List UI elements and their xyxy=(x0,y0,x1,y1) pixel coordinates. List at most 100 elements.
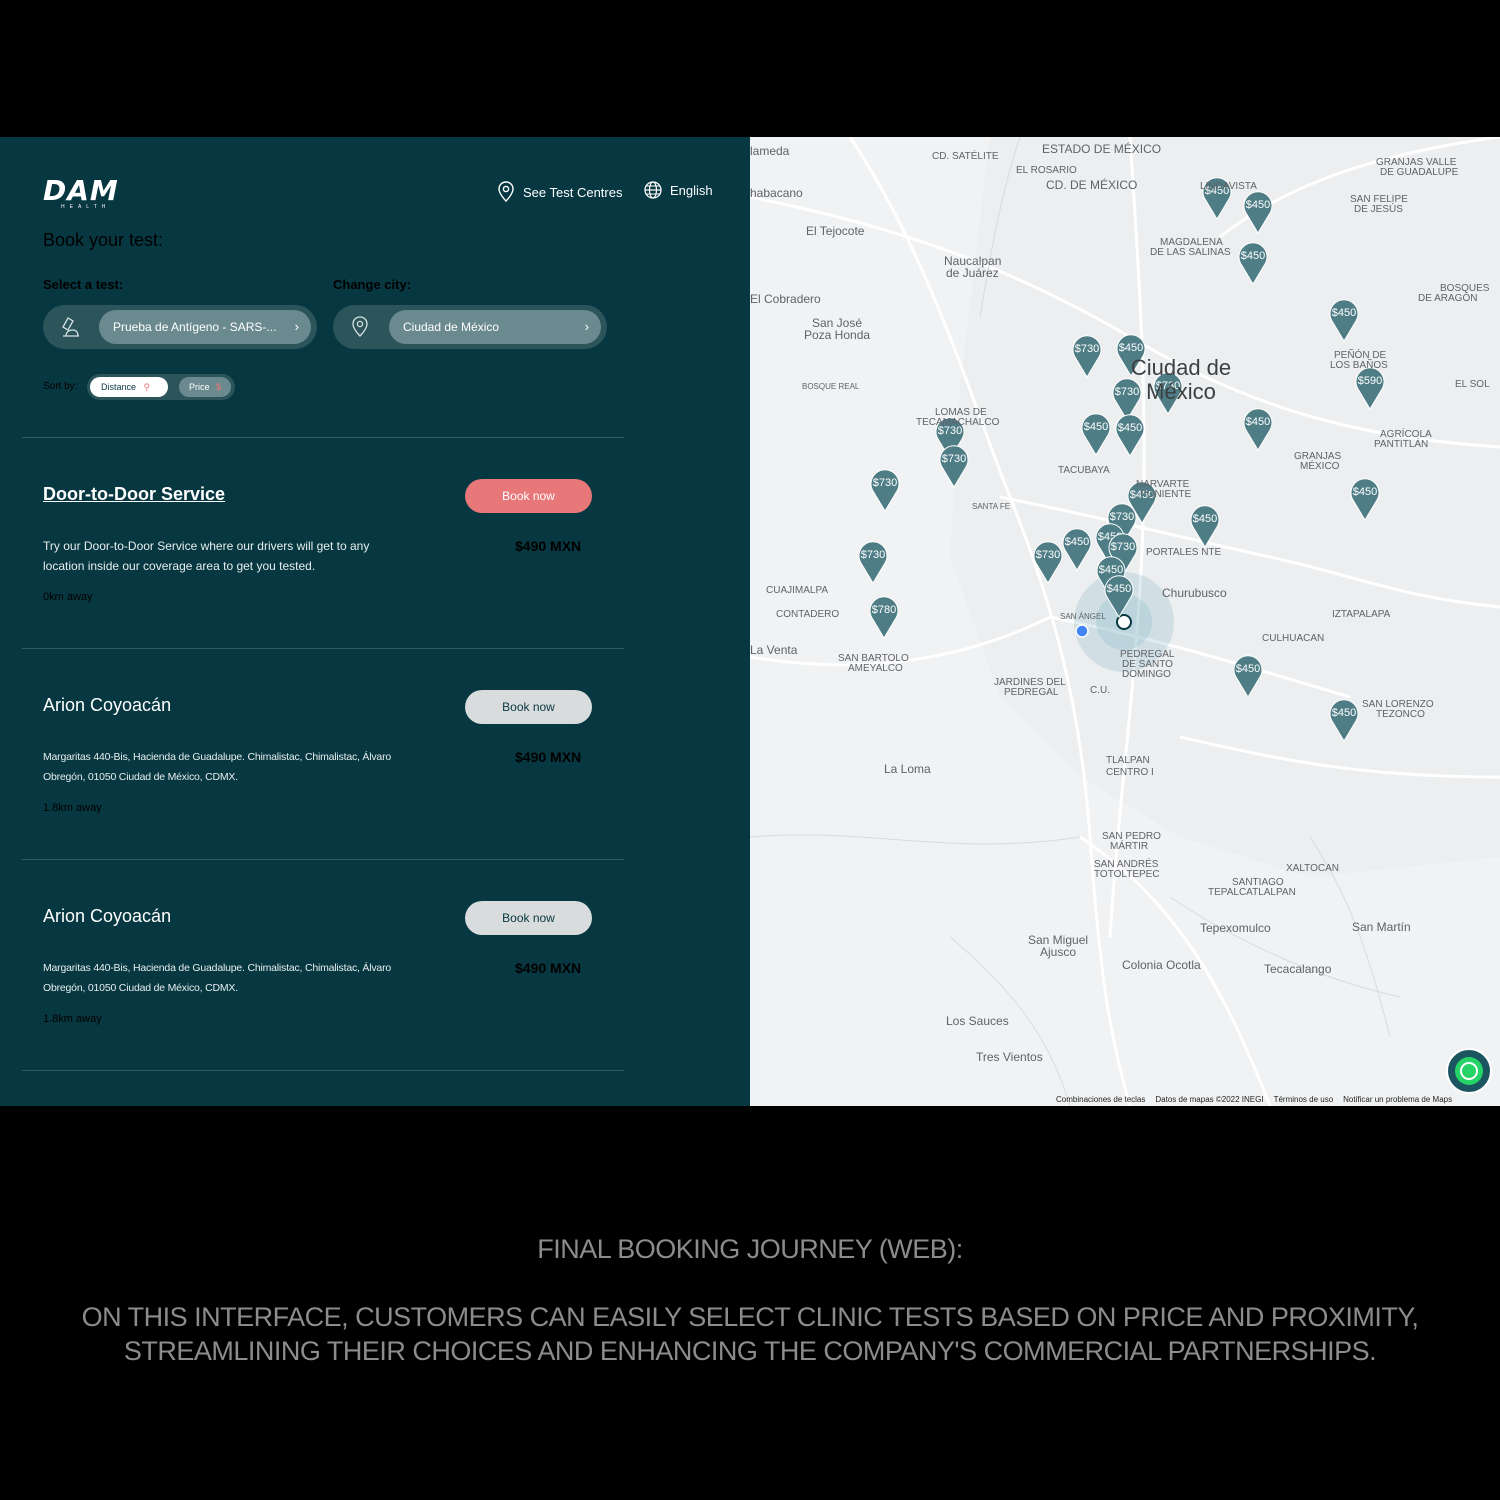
map-place-label: Poza Honda xyxy=(804,328,870,342)
map-place-label: TLALPAN xyxy=(1106,755,1150,766)
card-distance: 1.8km away xyxy=(43,802,102,814)
city-selector[interactable]: Ciudad de México › xyxy=(333,305,607,349)
globe-icon xyxy=(644,181,662,199)
map-place-label: CD. SATÉLITE xyxy=(932,149,999,162)
map-canvas[interactable]: $450 $450 $450 $450 $730 $450 $730 $730 $450 $450… xyxy=(750,137,1500,1106)
price-pin-label: $450 xyxy=(1241,250,1265,262)
language-label: English xyxy=(670,182,713,198)
map-place-label: PORTALES NTE xyxy=(1146,547,1222,558)
chevron-right-icon: › xyxy=(584,319,589,334)
test-selector[interactable]: Prueba de Antígeno - SARS-... › xyxy=(43,305,317,349)
map-place-label: EL SOL xyxy=(1455,379,1490,390)
price-pin-label: $730 xyxy=(942,453,966,465)
map-place-label: DE JESÚS xyxy=(1354,202,1403,215)
city-select-text: Ciudad de México xyxy=(403,320,500,334)
map-report-link[interactable]: Notificar un problema de Maps xyxy=(1343,1095,1452,1106)
price-pin-label: $590 xyxy=(1358,375,1382,387)
map-place-label: LINDAVISTA xyxy=(1200,181,1257,192)
change-city-label: Change city: xyxy=(333,277,412,292)
see-test-centres-link[interactable]: See Test Centres xyxy=(497,181,622,203)
sort-price-label: Price xyxy=(189,382,210,392)
dam-health-logo[interactable]: DAM HEALTH xyxy=(43,177,119,211)
map-place-label: México xyxy=(1146,379,1216,404)
map-place-label: Ciudad de xyxy=(1131,355,1231,380)
sort-distance-option[interactable]: Distance ⚲ xyxy=(90,377,168,397)
price-pin-label: $450 xyxy=(1099,564,1123,576)
divider xyxy=(22,648,624,649)
price-pin-label: $730 xyxy=(873,477,897,489)
card-price: $490 MXN xyxy=(515,960,582,976)
map-place-label: La Venta xyxy=(750,643,798,657)
divider xyxy=(22,437,624,438)
price-dollar-icon: $ xyxy=(216,382,222,392)
chevron-right-icon: › xyxy=(294,319,299,334)
map-place-label: DOMINGO xyxy=(1122,669,1171,680)
price-pin-label: $450 xyxy=(1353,486,1377,498)
map-place-label: TOTOLTEPEC xyxy=(1094,869,1160,880)
price-pin-label: $450 xyxy=(1332,307,1356,319)
card-title-clinic[interactable]: Arion Coyoacán xyxy=(43,695,171,716)
map-footer: Combinaciones de teclas Datos de mapas ©… xyxy=(1056,1095,1452,1106)
sort-distance-label: Distance xyxy=(101,382,137,392)
map-shortcuts-link[interactable]: Combinaciones de teclas xyxy=(1056,1095,1145,1106)
book-now-button[interactable]: Book now xyxy=(465,690,592,724)
map-place-label: habacano xyxy=(750,186,803,200)
card-title-door-to-door[interactable]: Door-to-Door Service xyxy=(43,484,225,505)
price-pin-label: $450 xyxy=(1246,416,1270,428)
map-place-label: Ajusco xyxy=(1040,945,1076,959)
card-address: Margaritas 440-Bis, Hacienda de Guadalup… xyxy=(43,751,391,783)
sort-price-option[interactable]: Price $ xyxy=(179,377,231,397)
divider xyxy=(22,859,624,860)
map-place-label: Tecacalango xyxy=(1264,962,1332,976)
map-place-label: PEDREGAL xyxy=(1004,687,1059,698)
distance-pin-icon: ⚲ xyxy=(143,382,151,392)
map-place-label: Churubusco xyxy=(1162,586,1227,600)
price-pin-label: $730 xyxy=(1036,549,1060,561)
caption-line: STREAMLINING THEIR CHOICES AND ENHANCING… xyxy=(123,1336,1377,1366)
map-place-label: CONTADERO xyxy=(776,609,839,620)
map-place-label: DE GUADALUPE xyxy=(1380,167,1459,178)
page-title: Book your test: xyxy=(43,230,164,250)
caption-line: ON THIS INTERFACE, CUSTOMERS CAN EASILY … xyxy=(81,1302,1419,1332)
price-pin-label: $730 xyxy=(1110,511,1134,523)
map-place-label: Tepexomulco xyxy=(1200,921,1271,935)
price-pin-label: $450 xyxy=(1119,342,1143,354)
map-place-label: BOSQUE REAL xyxy=(802,382,860,391)
map-place-label: AMEYALCO xyxy=(848,663,903,674)
map-place-label: TACUBAYA xyxy=(1058,465,1110,476)
price-pin-label: $450 xyxy=(1118,422,1142,434)
city-select-value[interactable]: Ciudad de México › xyxy=(389,310,601,344)
map-place-label: CULHUACAN xyxy=(1262,633,1324,644)
map-view[interactable]: $450 $450 $450 $450 $730 $450 $730 $730 $450 $450… xyxy=(750,137,1500,1106)
map-place-label: TEPALCATLALPAN xyxy=(1208,887,1296,898)
map-terms-link[interactable]: Términos de uso xyxy=(1274,1095,1334,1106)
map-place-label: PANTITLÁN xyxy=(1374,437,1428,450)
book-now-button[interactable]: Book now xyxy=(465,479,592,513)
map-place-label: de Juárez xyxy=(946,266,999,280)
price-pin-label: $450 xyxy=(1236,663,1260,675)
map-place-label: SAN ÁNGEL xyxy=(1060,612,1106,621)
price-pin-label: $730 xyxy=(1111,541,1135,553)
map-place-label: LOS BAÑOS xyxy=(1330,358,1388,371)
sort-label: Sort by: xyxy=(43,381,78,392)
whatsapp-button[interactable] xyxy=(1446,1048,1492,1094)
map-place-label: EL ROSARIO xyxy=(1016,165,1077,176)
map-place-label: C.U. xyxy=(1090,685,1110,696)
card-address: Margaritas 440-Bis, Hacienda de Guadalup… xyxy=(43,962,391,994)
test-select-value[interactable]: Prueba de Antígeno - SARS-... › xyxy=(99,310,311,344)
select-test-label: Select a test: xyxy=(43,277,124,292)
book-now-button[interactable]: Book now xyxy=(465,901,592,935)
map-place-label: ESTADO DE MÉXICO xyxy=(1042,141,1161,156)
language-selector[interactable]: English xyxy=(644,181,713,199)
card-distance: 1.8km away xyxy=(43,1013,102,1025)
card-title-clinic[interactable]: Arion Coyoacán xyxy=(43,906,171,927)
map-place-label: San Martín xyxy=(1352,920,1411,934)
card-price: $490 MXN xyxy=(515,749,582,765)
price-pin-label: $730 xyxy=(861,549,885,561)
price-pin-label: $450 xyxy=(1084,421,1108,433)
map-place-label: La Loma xyxy=(884,762,931,776)
caption-body: ON THIS INTERFACE, CUSTOMERS CAN EASILY … xyxy=(50,1300,1450,1368)
map-place-label: CUAJIMALPA xyxy=(766,585,828,596)
price-pin-label: $450 xyxy=(1107,583,1131,595)
map-place-label: TECAMACHALCO xyxy=(916,417,1000,428)
